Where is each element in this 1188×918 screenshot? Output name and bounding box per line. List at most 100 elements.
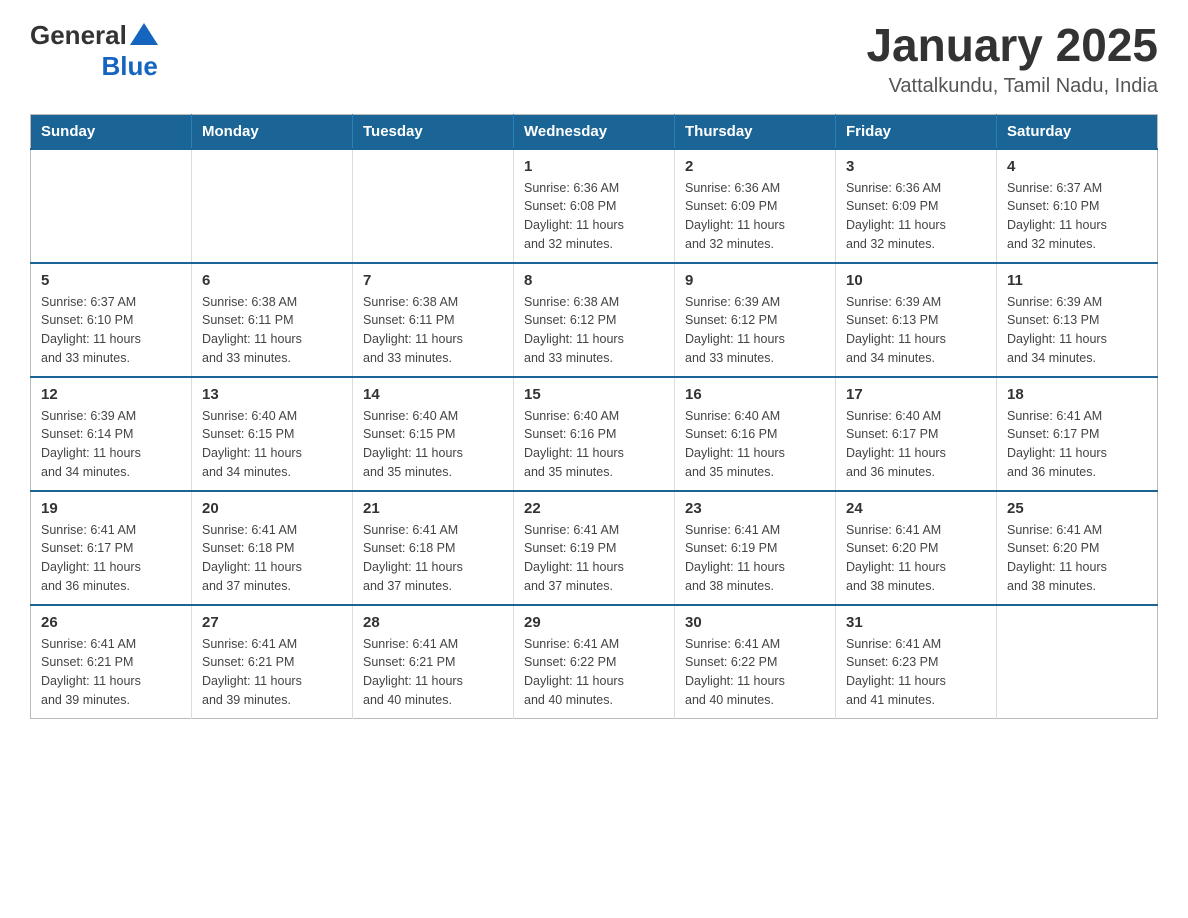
calendar-cell: 15Sunrise: 6:40 AMSunset: 6:16 PMDayligh…: [514, 377, 675, 491]
day-number: 31: [846, 614, 986, 631]
day-number: 19: [41, 500, 181, 517]
calendar-cell: 5Sunrise: 6:37 AMSunset: 6:10 PMDaylight…: [31, 263, 192, 377]
day-number: 23: [685, 500, 825, 517]
calendar-cell: 3 Sunrise: 6:36 AMSunset: 6:09 PMDaylight…: [836, 149, 997, 263]
calendar-cell: 10 Sunrise: 6:39 AMSunset: 6:13 PMDayligh…: [836, 263, 997, 377]
calendar-cell: 28 Sunrise: 6:41 AMSunset: 6:21 PMDayligh…: [353, 605, 514, 719]
day-number: 28: [363, 614, 503, 631]
calendar-cell: [997, 605, 1158, 719]
day-info: Sunrise: 6:41 AMSunset: 6:20 PMDaylight:…: [1007, 521, 1147, 596]
day-number: 11: [1007, 272, 1147, 289]
calendar-cell: 23Sunrise: 6:41 AMSunset: 6:19 PMDayligh…: [675, 491, 836, 605]
day-number: 24: [846, 500, 986, 517]
day-info: Sunrise: 6:41 AMSunset: 6:19 PMDaylight:…: [524, 521, 664, 596]
day-number: 6: [202, 272, 342, 289]
day-info: Sunrise: 6:40 AMSunset: 6:16 PMDaylight:…: [524, 407, 664, 482]
calendar-header-thursday: Thursday: [675, 114, 836, 149]
calendar-cell: 22 Sunrise: 6:41 AMSunset: 6:19 PMDayligh…: [514, 491, 675, 605]
calendar-cell: 24 Sunrise: 6:41 AMSunset: 6:20 PMDayligh…: [836, 491, 997, 605]
day-info: Sunrise: 6:37 AMSunset: 6:10 PMDaylight:…: [41, 293, 181, 368]
calendar-cell: 12Sunrise: 6:39 AMSunset: 6:14 PMDayligh…: [31, 377, 192, 491]
calendar-cell: 6 Sunrise: 6:38 AMSunset: 6:11 PMDaylight…: [192, 263, 353, 377]
day-info: Sunrise: 6:41 AMSunset: 6:22 PMDaylight:…: [524, 635, 664, 710]
calendar-week-row: 12Sunrise: 6:39 AMSunset: 6:14 PMDayligh…: [31, 377, 1158, 491]
day-info: Sunrise: 6:41 AMSunset: 6:18 PMDaylight:…: [363, 521, 503, 596]
day-number: 16: [685, 386, 825, 403]
calendar-header-friday: Friday: [836, 114, 997, 149]
day-number: 3: [846, 158, 986, 175]
calendar-header-monday: Monday: [192, 114, 353, 149]
calendar-cell: 1 Sunrise: 6:36 AMSunset: 6:08 PMDaylight…: [514, 149, 675, 263]
day-info: Sunrise: 6:41 AMSunset: 6:21 PMDaylight:…: [202, 635, 342, 710]
day-info: Sunrise: 6:41 AMSunset: 6:21 PMDaylight:…: [363, 635, 503, 710]
calendar-cell: [353, 149, 514, 263]
day-number: 21: [363, 500, 503, 517]
calendar-header-row: SundayMondayTuesdayWednesdayThursdayFrid…: [31, 114, 1158, 149]
calendar-cell: 26Sunrise: 6:41 AMSunset: 6:21 PMDayligh…: [31, 605, 192, 719]
day-number: 22: [524, 500, 664, 517]
logo-triangle-icon: [130, 23, 158, 45]
calendar-cell: 20 Sunrise: 6:41 AMSunset: 6:18 PMDayligh…: [192, 491, 353, 605]
day-number: 27: [202, 614, 342, 631]
calendar-cell: 8Sunrise: 6:38 AMSunset: 6:12 PMDaylight…: [514, 263, 675, 377]
calendar-cell: [31, 149, 192, 263]
day-info: Sunrise: 6:40 AMSunset: 6:15 PMDaylight:…: [202, 407, 342, 482]
calendar-header-wednesday: Wednesday: [514, 114, 675, 149]
day-number: 8: [524, 272, 664, 289]
day-info: Sunrise: 6:41 AMSunset: 6:20 PMDaylight:…: [846, 521, 986, 596]
calendar-cell: 27 Sunrise: 6:41 AMSunset: 6:21 PMDayligh…: [192, 605, 353, 719]
day-number: 12: [41, 386, 181, 403]
day-info: Sunrise: 6:36 AMSunset: 6:09 PMDaylight:…: [685, 179, 825, 254]
day-number: 25: [1007, 500, 1147, 517]
day-number: 30: [685, 614, 825, 631]
calendar-cell: 16 Sunrise: 6:40 AMSunset: 6:16 PMDayligh…: [675, 377, 836, 491]
calendar-location: Vattalkundu, Tamil Nadu, India: [866, 75, 1158, 98]
calendar-title-block: January 2025 Vattalkundu, Tamil Nadu, In…: [866, 20, 1158, 98]
calendar-week-row: 1 Sunrise: 6:36 AMSunset: 6:08 PMDaylight…: [31, 149, 1158, 263]
calendar-week-row: 19 Sunrise: 6:41 AMSunset: 6:17 PMDayligh…: [31, 491, 1158, 605]
calendar-header-tuesday: Tuesday: [353, 114, 514, 149]
day-number: 2: [685, 158, 825, 175]
day-info: Sunrise: 6:40 AMSunset: 6:15 PMDaylight:…: [363, 407, 503, 482]
logo-blue-text: Blue: [101, 51, 157, 82]
day-info: Sunrise: 6:38 AMSunset: 6:11 PMDaylight:…: [202, 293, 342, 368]
day-number: 1: [524, 158, 664, 175]
calendar-cell: [192, 149, 353, 263]
calendar-cell: 21 Sunrise: 6:41 AMSunset: 6:18 PMDayligh…: [353, 491, 514, 605]
day-number: 9: [685, 272, 825, 289]
logo-general-text: General: [30, 20, 127, 51]
calendar-cell: 25 Sunrise: 6:41 AMSunset: 6:20 PMDayligh…: [997, 491, 1158, 605]
calendar-cell: 19 Sunrise: 6:41 AMSunset: 6:17 PMDayligh…: [31, 491, 192, 605]
day-number: 17: [846, 386, 986, 403]
day-info: Sunrise: 6:40 AMSunset: 6:17 PMDaylight:…: [846, 407, 986, 482]
day-info: Sunrise: 6:38 AMSunset: 6:11 PMDaylight:…: [363, 293, 503, 368]
calendar-cell: 31 Sunrise: 6:41 AMSunset: 6:23 PMDayligh…: [836, 605, 997, 719]
day-info: Sunrise: 6:41 AMSunset: 6:22 PMDaylight:…: [685, 635, 825, 710]
day-number: 20: [202, 500, 342, 517]
calendar-table: SundayMondayTuesdayWednesdayThursdayFrid…: [30, 114, 1158, 719]
day-number: 14: [363, 386, 503, 403]
day-info: Sunrise: 6:41 AMSunset: 6:23 PMDaylight:…: [846, 635, 986, 710]
day-info: Sunrise: 6:36 AMSunset: 6:09 PMDaylight:…: [846, 179, 986, 254]
day-number: 18: [1007, 386, 1147, 403]
day-number: 10: [846, 272, 986, 289]
calendar-cell: 9Sunrise: 6:39 AMSunset: 6:12 PMDaylight…: [675, 263, 836, 377]
day-info: Sunrise: 6:41 AMSunset: 6:17 PMDaylight:…: [41, 521, 181, 596]
calendar-title: January 2025: [866, 20, 1158, 71]
day-info: Sunrise: 6:41 AMSunset: 6:17 PMDaylight:…: [1007, 407, 1147, 482]
day-info: Sunrise: 6:39 AMSunset: 6:13 PMDaylight:…: [846, 293, 986, 368]
calendar-cell: 2 Sunrise: 6:36 AMSunset: 6:09 PMDaylight…: [675, 149, 836, 263]
calendar-header-sunday: Sunday: [31, 114, 192, 149]
day-info: Sunrise: 6:36 AMSunset: 6:08 PMDaylight:…: [524, 179, 664, 254]
calendar-header-saturday: Saturday: [997, 114, 1158, 149]
day-info: Sunrise: 6:41 AMSunset: 6:18 PMDaylight:…: [202, 521, 342, 596]
day-number: 26: [41, 614, 181, 631]
calendar-week-row: 5Sunrise: 6:37 AMSunset: 6:10 PMDaylight…: [31, 263, 1158, 377]
day-number: 4: [1007, 158, 1147, 175]
page-header: General Blue January 2025 Vattalkundu, T…: [30, 20, 1158, 98]
day-info: Sunrise: 6:40 AMSunset: 6:16 PMDaylight:…: [685, 407, 825, 482]
calendar-cell: 7Sunrise: 6:38 AMSunset: 6:11 PMDaylight…: [353, 263, 514, 377]
logo: General Blue: [30, 20, 158, 82]
calendar-cell: 29Sunrise: 6:41 AMSunset: 6:22 PMDayligh…: [514, 605, 675, 719]
day-number: 13: [202, 386, 342, 403]
